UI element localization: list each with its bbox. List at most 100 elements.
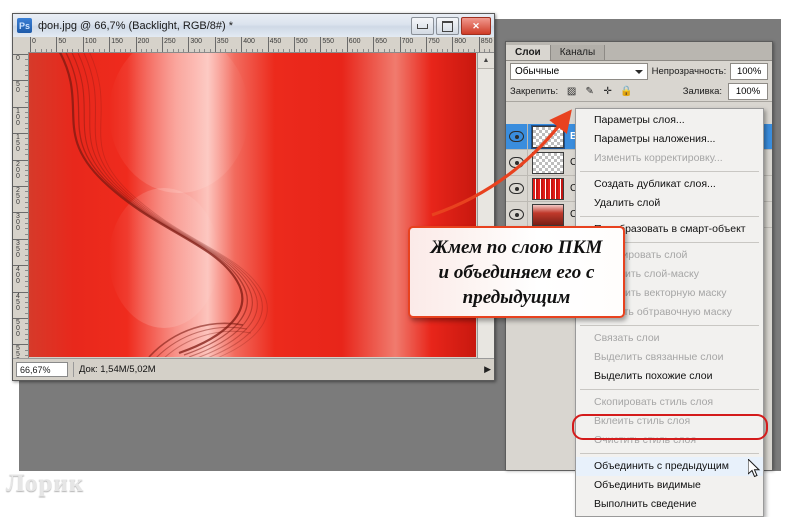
- ruler-minor-tick: [447, 49, 449, 52]
- ruler-minor-tick: [125, 49, 127, 52]
- ruler-minor-tick: [25, 233, 28, 235]
- ruler-minor-tick: [25, 69, 28, 71]
- move-lock-icon[interactable]: ✛: [602, 86, 613, 97]
- ruler-label: 300: [190, 38, 203, 45]
- mouse-cursor-icon: [748, 459, 761, 478]
- ruler-minor-tick: [25, 201, 28, 203]
- zoom-level-field[interactable]: 66,67%: [16, 362, 68, 377]
- transparency-lock-icon[interactable]: ▨: [566, 86, 577, 97]
- context-menu-item[interactable]: Объединить с предыдущим: [576, 457, 763, 476]
- ruler-label: 500: [296, 38, 308, 45]
- layer-thumbnail[interactable]: [531, 124, 565, 149]
- ruler-minor-tick: [25, 328, 28, 330]
- statusbar-expand-arrow-icon[interactable]: ▶: [484, 364, 491, 375]
- blend-mode-row: Обычные Непрозрачность: 100%: [506, 61, 772, 82]
- eye-icon: [509, 157, 524, 168]
- context-menu-separator: [580, 453, 759, 454]
- ruler-minor-tick: [25, 90, 28, 92]
- ruler-minor-tick: [25, 96, 28, 98]
- context-menu-separator: [580, 216, 759, 217]
- watermark: Лорик: [6, 470, 85, 497]
- ruler-tick: [30, 37, 31, 52]
- context-menu-item[interactable]: Выполнить сведение: [576, 495, 763, 514]
- layer-visibility-toggle[interactable]: [506, 124, 528, 149]
- blend-mode-value: Обычные: [515, 66, 560, 77]
- ruler-label: 850: [480, 38, 493, 45]
- context-menu-item[interactable]: Параметры наложения...: [576, 130, 763, 149]
- layer-thumbnail[interactable]: [532, 203, 564, 226]
- ruler-tick: [399, 37, 401, 52]
- context-menu-item: Вклеить стиль слоя: [594, 415, 691, 427]
- eye-icon: [509, 183, 524, 194]
- ruler-minor-tick: [156, 49, 158, 52]
- ruler-minor-tick: [362, 49, 364, 52]
- vertical-ruler: 050100150200250300350400450500550: [13, 52, 29, 380]
- fill-field[interactable]: 100%: [728, 83, 768, 100]
- document-statusbar: 66,67% Док: 1,54M/5,02M ▶: [13, 358, 494, 380]
- ruler-tick: [320, 37, 322, 52]
- ruler-minor-tick: [25, 302, 28, 304]
- ruler-minor-tick: [25, 170, 28, 172]
- ruler-minor-tick: [389, 49, 391, 52]
- opacity-field[interactable]: 100%: [730, 63, 768, 80]
- ruler-minor-tick: [172, 49, 174, 52]
- context-menu-separator: [580, 171, 759, 172]
- panel-tab-strip: Слои Каналы: [506, 42, 772, 61]
- all-lock-icon[interactable]: 🔒: [620, 86, 632, 97]
- ruler-minor-tick: [25, 244, 28, 246]
- context-menu-item[interactable]: Объединить видимые: [576, 476, 763, 495]
- ruler-label: 500: [16, 319, 20, 338]
- blend-mode-select[interactable]: Обычные: [510, 63, 648, 80]
- panel-tab-channels[interactable]: Каналы: [550, 45, 606, 60]
- ruler-minor-tick: [410, 49, 412, 52]
- ruler-label: 100: [84, 38, 97, 45]
- brush-lock-icon[interactable]: ✎: [584, 86, 595, 97]
- ruler-minor-tick: [341, 49, 343, 52]
- ruler-corner: [13, 37, 29, 53]
- layer-thumbnail[interactable]: [532, 177, 564, 200]
- ruler-minor-tick: [230, 49, 232, 52]
- ruler-minor-tick: [25, 117, 28, 119]
- document-titlebar[interactable]: Ps фон.jpg @ 66,7% (Backlight, RGB/8#) *…: [13, 14, 494, 38]
- ruler-minor-tick: [330, 49, 332, 52]
- ruler-label: 350: [216, 38, 229, 45]
- ruler-minor-tick: [25, 275, 28, 277]
- ruler-minor-tick: [140, 49, 142, 52]
- ruler-minor-tick: [25, 85, 28, 87]
- layer-visibility-toggle[interactable]: [506, 176, 528, 201]
- context-menu-item[interactable]: Удалить слой: [576, 194, 763, 213]
- ruler-label: 150: [16, 134, 20, 154]
- ruler-minor-tick: [235, 49, 237, 52]
- layer-thumbnail[interactable]: [532, 151, 564, 174]
- ruler-minor-tick: [25, 270, 28, 272]
- layer-visibility-toggle[interactable]: [506, 202, 528, 227]
- context-menu-item[interactable]: Выделить похожие слои: [576, 367, 763, 386]
- scroll-up-arrow-icon[interactable]: ▲: [478, 53, 494, 69]
- ruler-minor-tick: [25, 222, 28, 224]
- ruler-minor-tick: [25, 286, 28, 288]
- ruler-minor-tick: [288, 49, 290, 52]
- ruler-label: 50: [58, 38, 67, 45]
- ruler-minor-tick: [352, 49, 354, 52]
- context-menu-item[interactable]: Создать дубликат слоя...: [576, 175, 763, 194]
- ruler-minor-tick: [262, 49, 264, 52]
- maximize-button[interactable]: [436, 17, 459, 35]
- panel-tab-layers[interactable]: Слои: [506, 45, 551, 60]
- ruler-tick: [452, 37, 454, 52]
- ruler-minor-tick: [473, 49, 475, 52]
- close-button[interactable]: ✕: [461, 17, 491, 35]
- maximize-icon: [442, 20, 453, 32]
- layer-visibility-toggle[interactable]: [506, 150, 528, 175]
- ruler-minor-tick: [25, 207, 28, 209]
- ruler-minor-tick: [25, 101, 28, 103]
- ruler-minor-tick: [45, 49, 47, 52]
- statusbar-divider: [73, 362, 74, 377]
- ruler-label: 600: [348, 38, 361, 45]
- ruler-label: 450: [16, 292, 20, 312]
- horizontal-ruler: 0 50 100 150 200 250 300 350 400 450 500 550 600 650 7…: [28, 37, 494, 53]
- ruler-minor-tick: [394, 49, 396, 52]
- ruler-minor-tick: [441, 49, 443, 52]
- ruler-minor-tick: [420, 49, 422, 52]
- context-menu-item[interactable]: Параметры слоя...: [576, 111, 763, 130]
- minimize-button[interactable]: [411, 17, 434, 35]
